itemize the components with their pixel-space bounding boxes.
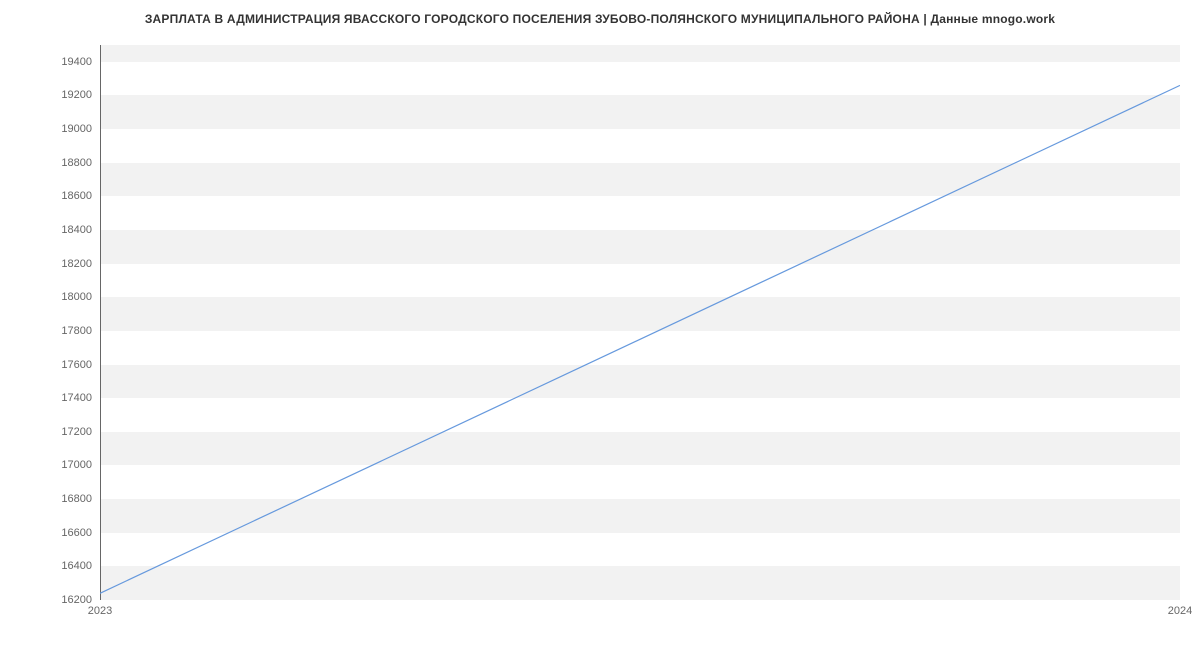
grid-band [101, 499, 1180, 533]
grid-band [101, 432, 1180, 466]
y-tick-label: 16400 [42, 560, 92, 572]
grid-band [101, 230, 1180, 264]
y-tick-label: 19000 [42, 123, 92, 135]
y-tick-label: 17200 [42, 426, 92, 438]
y-tick-label: 18800 [42, 157, 92, 169]
y-tick-label: 16200 [42, 594, 92, 606]
y-tick-label: 18600 [42, 190, 92, 202]
y-tick-label: 18200 [42, 258, 92, 270]
grid-band [101, 297, 1180, 331]
grid-band [101, 163, 1180, 197]
y-tick-label: 17600 [42, 359, 92, 371]
y-tick-label: 17400 [42, 392, 92, 404]
y-tick-label: 18000 [42, 291, 92, 303]
y-tick-label: 17000 [42, 459, 92, 471]
y-tick-label: 16600 [42, 527, 92, 539]
x-tick-label: 2023 [88, 605, 112, 617]
y-tick-label: 19200 [42, 89, 92, 101]
grid-band [101, 365, 1180, 399]
y-tick-label: 17800 [42, 325, 92, 337]
x-tick-label: 2024 [1168, 605, 1192, 617]
y-tick-label: 16800 [42, 493, 92, 505]
grid-band [101, 45, 1180, 62]
grid-band [101, 566, 1180, 600]
plot-area [100, 45, 1180, 600]
chart-title: ЗАРПЛАТА В АДМИНИСТРАЦИЯ ЯВАССКОГО ГОРОД… [0, 0, 1200, 26]
y-tick-label: 19400 [42, 56, 92, 68]
y-tick-label: 18400 [42, 224, 92, 236]
chart-container: ЗАРПЛАТА В АДМИНИСТРАЦИЯ ЯВАССКОГО ГОРОД… [0, 0, 1200, 650]
grid-band [101, 95, 1180, 129]
